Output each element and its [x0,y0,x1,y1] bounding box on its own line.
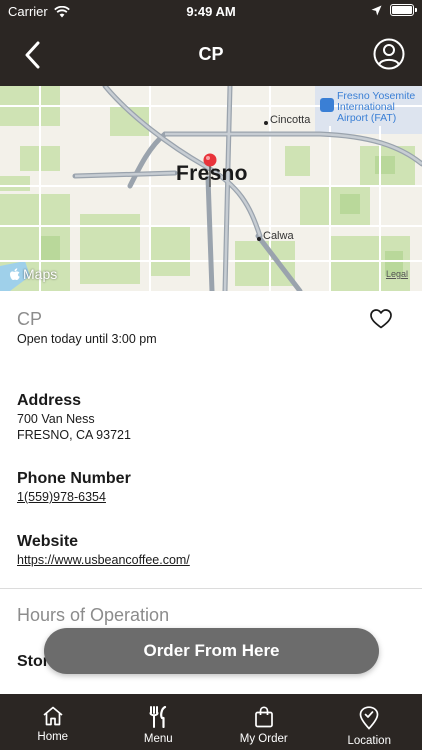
tab-my-order-label: My Order [239,733,288,745]
page-title: CP [198,44,224,64]
shopping-bag-icon [254,706,273,728]
location-pin-icon [359,706,379,730]
place-dot-cincotta [264,121,268,125]
status-right [371,4,417,16]
address-title: Address [17,392,82,409]
airport-icon [320,98,334,112]
website-link[interactable]: https://www.usbeancoffee.com/ [17,553,190,567]
location-pin-marker-icon[interactable] [203,153,217,187]
tab-home[interactable]: Home [0,694,106,750]
status-bar: Carrier 9:49 AM [0,0,422,24]
website-title: Website [17,533,79,550]
user-circle-icon [373,38,405,70]
fork-knife-icon [149,706,167,728]
favorite-button[interactable] [370,309,392,334]
tab-home-label: Home [37,731,69,743]
profile-button[interactable] [372,37,408,73]
home-icon [43,706,63,726]
order-from-here-button[interactable]: Order From Here [44,628,379,674]
open-status: Open today until 3:00 pm [17,332,157,346]
phone-title: Phone Number [17,470,131,487]
battery-icon [390,4,417,16]
phone-link[interactable]: 1(559)978-6354 [17,490,106,504]
apple-maps-logo: Maps [10,266,57,282]
tab-menu-label: Menu [143,733,173,745]
tab-location-label: Location [347,735,391,747]
hours-title: Hours of Operation [17,605,170,625]
clock: 9:49 AM [186,4,236,19]
address-line1: 700 Van Ness [17,412,95,426]
tab-my-order[interactable]: My Order [211,694,317,750]
place-label-calwa: Calwa [263,230,294,242]
airport-label: Fresno Yosemite International Airport (F… [337,90,416,124]
tab-bar: Home Menu My Order Location [0,694,422,750]
tab-menu[interactable]: Menu [106,694,212,750]
section-divider [0,588,422,589]
back-button[interactable] [14,37,50,73]
legal-link[interactable]: Legal [386,269,408,279]
apple-logo-icon [10,267,20,280]
place-label-cincotta: Cincotta [270,114,311,126]
heart-outline-icon [370,309,392,329]
map-view[interactable]: Fresno Yosemite International Airport (F… [0,86,422,291]
nav-bar: CP [0,24,422,86]
chevron-left-icon [25,41,40,69]
tab-location[interactable]: Location [317,694,422,750]
store-name: CP [17,309,43,329]
location-arrow-icon [371,5,382,15]
maps-provider-label: Maps [23,266,58,282]
address-line2: FRESNO, CA 93721 [17,428,131,442]
place-dot-calwa [257,237,261,241]
